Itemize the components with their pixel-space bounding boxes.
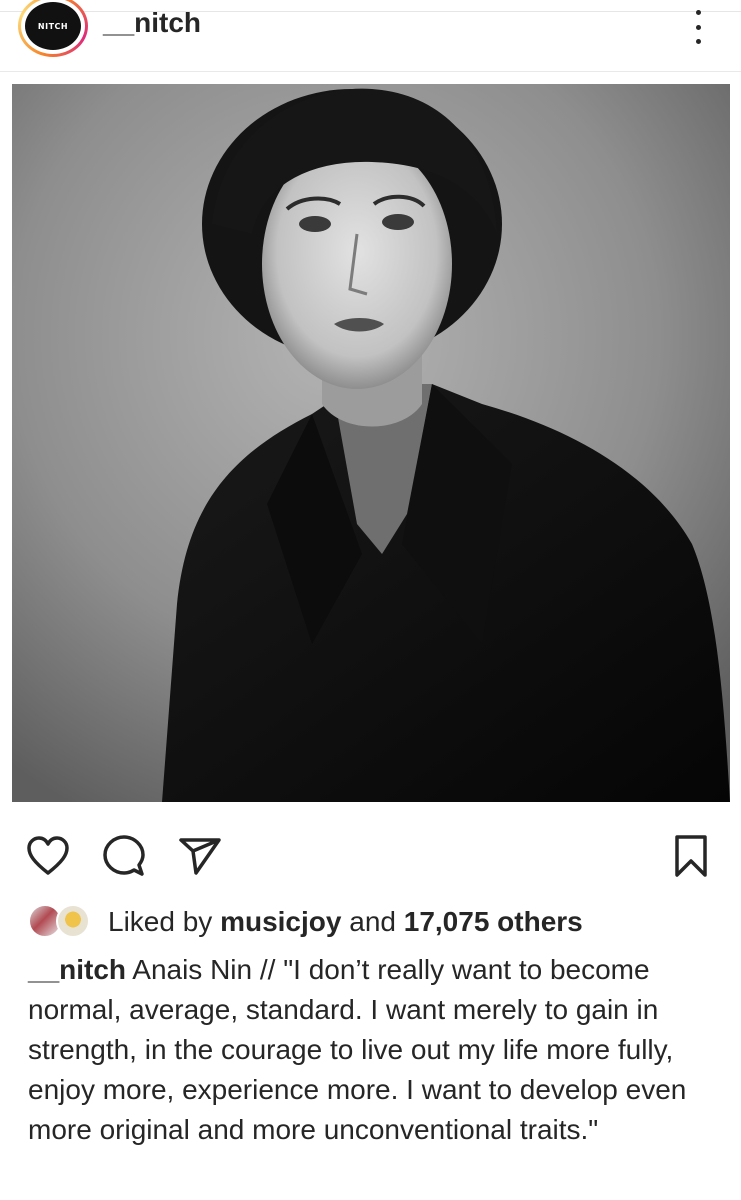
post-actions-bar: [0, 820, 741, 892]
portrait-illustration: [12, 84, 730, 802]
dot: [695, 10, 701, 15]
send-icon[interactable]: [176, 832, 224, 880]
likes-count[interactable]: 17,075 others: [404, 906, 583, 937]
bookmark-icon[interactable]: [667, 832, 715, 880]
post-caption: __nitch Anais Nin // "I don’t really wan…: [28, 950, 718, 1150]
post-header: NITCH __nitch: [0, 0, 741, 72]
likes-middle: and: [349, 906, 396, 937]
more-vertical-icon[interactable]: [686, 10, 710, 44]
post-username[interactable]: __nitch: [103, 6, 201, 40]
avatar-image: NITCH: [25, 2, 81, 50]
dot: [695, 24, 701, 30]
profile-avatar[interactable]: NITCH: [18, 0, 88, 57]
avatar-gap: NITCH: [21, 0, 85, 54]
likes-row: Liked by musicjoy and 17,075 others: [28, 900, 718, 944]
caption-username[interactable]: __nitch: [28, 954, 126, 985]
dot: [695, 39, 701, 44]
comment-icon[interactable]: [100, 832, 148, 880]
avatar-logo-text: NITCH: [37, 21, 69, 31]
post-photo[interactable]: [12, 84, 730, 802]
liker-avatar: [56, 904, 90, 938]
liker-avatars[interactable]: [28, 904, 94, 940]
caption-text: Anais Nin // "I don’t really want to bec…: [28, 954, 687, 1145]
likes-prefix: Liked by: [108, 906, 213, 937]
likes-summary[interactable]: Liked by musicjoy and 17,075 others: [108, 904, 583, 940]
likes-user[interactable]: musicjoy: [220, 906, 341, 937]
heart-icon[interactable]: [24, 832, 72, 880]
